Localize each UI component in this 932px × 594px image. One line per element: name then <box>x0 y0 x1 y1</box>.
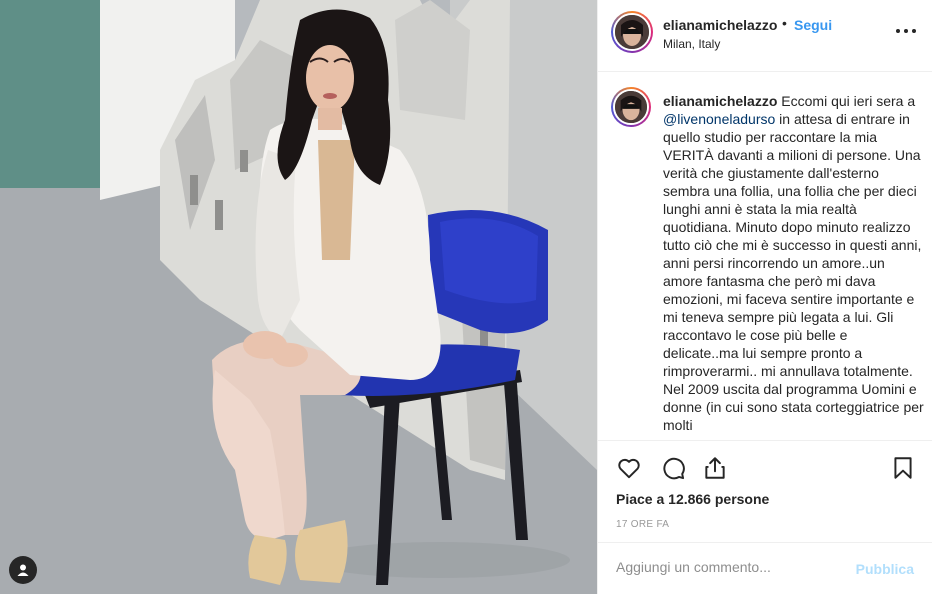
comments-area[interactable]: elianamichelazzo Eccomi qui ieri sera a … <box>598 73 932 440</box>
caption-mention-link[interactable]: @livenoneladurso <box>663 111 775 127</box>
caption-username[interactable]: elianamichelazzo <box>663 93 777 109</box>
more-options-icon[interactable] <box>896 26 916 36</box>
comment-input[interactable] <box>616 559 846 575</box>
post-caption: elianamichelazzo Eccomi qui ieri sera a … <box>663 92 925 434</box>
add-comment-section: Pubblica <box>598 542 932 594</box>
user-tag-icon[interactable] <box>9 556 37 584</box>
follow-button[interactable]: Segui <box>794 17 832 33</box>
separator-dot: • <box>782 15 787 31</box>
post-image <box>0 0 597 594</box>
publish-button[interactable]: Pubblica <box>856 561 914 577</box>
post-side-panel: elianamichelazzo • Segui Milan, Italy el… <box>597 0 932 594</box>
caption-text-rest: in attesa di entrare in quello studio pe… <box>663 111 924 433</box>
action-bar <box>598 440 932 496</box>
comment-bubble-icon[interactable] <box>660 455 686 481</box>
caption-avatar[interactable] <box>611 87 651 127</box>
avatar[interactable] <box>611 11 653 53</box>
share-icon[interactable] <box>702 455 728 481</box>
post-photo[interactable] <box>0 0 597 594</box>
heart-icon[interactable] <box>616 455 642 481</box>
location-link[interactable]: Milan, Italy <box>663 37 720 51</box>
likes-count[interactable]: Piace a 12.866 persone <box>616 491 769 507</box>
caption-text-start: Eccomi qui ieri sera a <box>777 93 916 109</box>
post-timestamp[interactable]: 17 ORE FA <box>616 519 669 530</box>
post-header: elianamichelazzo • Segui Milan, Italy <box>598 0 932 72</box>
header-username[interactable]: elianamichelazzo <box>663 17 777 33</box>
bookmark-icon[interactable] <box>890 455 916 481</box>
